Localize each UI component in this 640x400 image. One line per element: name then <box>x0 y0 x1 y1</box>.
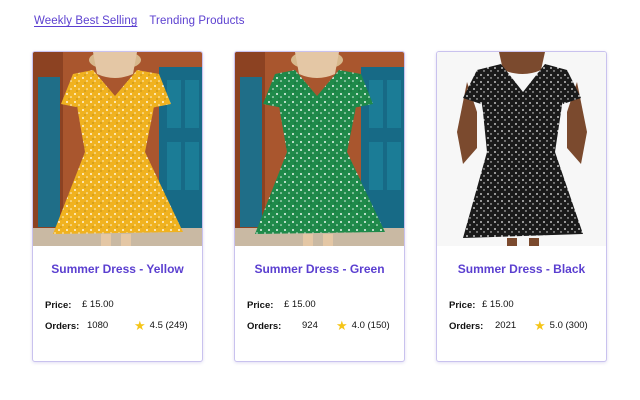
price-label: Price: <box>449 300 476 311</box>
product-card-green[interactable]: Summer Dress - Green Price: £ 15.00 Orde… <box>234 51 405 362</box>
tab-weekly-best-selling[interactable]: Weekly Best Selling <box>34 15 137 27</box>
price-value: £ 15.00 <box>482 299 514 310</box>
product-title: Summer Dress - Yellow <box>51 262 184 276</box>
product-title: Summer Dress - Green <box>254 262 385 276</box>
orders-label: Orders: <box>45 321 80 332</box>
product-title: Summer Dress - Black <box>457 262 586 276</box>
orders-value: 2021 <box>495 320 517 331</box>
product-card-black[interactable]: Summer Dress - Black Price: £ 15.00 Orde… <box>436 51 607 362</box>
rating: ★ 4.5 (249) <box>134 319 188 332</box>
price-value: £ 15.00 <box>82 299 114 310</box>
rating: ★ 5.0 (300) <box>534 319 588 332</box>
orders-label: Orders: <box>247 321 282 332</box>
star-icon: ★ <box>336 318 348 333</box>
star-icon: ★ <box>534 318 546 333</box>
tab-trending-products[interactable]: Trending Products <box>149 15 244 27</box>
orders-label: Orders: <box>449 321 484 332</box>
price-value: £ 15.00 <box>284 299 316 310</box>
price-label: Price: <box>247 300 274 311</box>
rating-value: 4.0 (150) <box>351 320 390 331</box>
product-image[interactable] <box>33 52 202 246</box>
price-label: Price: <box>45 300 72 311</box>
product-image[interactable] <box>235 52 404 246</box>
product-card-yellow[interactable]: Summer Dress - Yellow Price: £ 15.00 Ord… <box>32 51 203 362</box>
orders-value: 1080 <box>87 320 109 331</box>
rating-value: 4.5 (249) <box>149 320 188 331</box>
star-icon: ★ <box>134 318 146 333</box>
rating-value: 5.0 (300) <box>549 320 588 331</box>
product-tabs: Weekly Best Selling Trending Products <box>34 15 245 27</box>
product-image[interactable] <box>437 52 606 246</box>
rating: ★ 4.0 (150) <box>336 319 390 332</box>
orders-value: 924 <box>302 320 318 331</box>
